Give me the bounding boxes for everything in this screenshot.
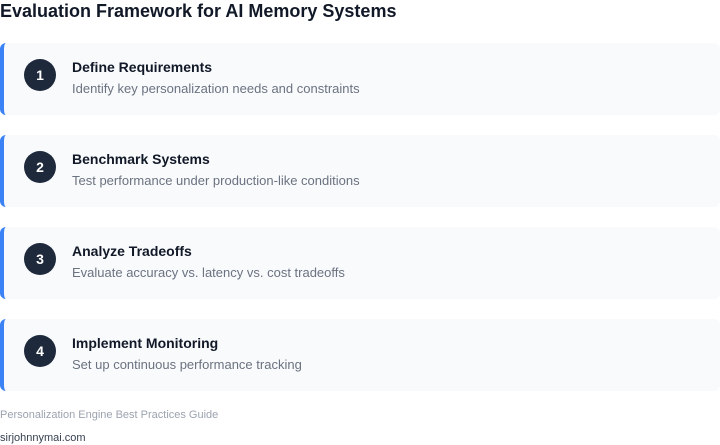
step-card-3: 3 Analyze Tradeoffs Evaluate accuracy vs… — [0, 227, 720, 299]
step-title: Benchmark Systems — [72, 151, 210, 167]
footer-site-link[interactable]: sirjohnnymai.com — [0, 432, 86, 445]
step-description: Test performance under production-like c… — [72, 173, 360, 188]
step-description: Identify key personalization needs and c… — [72, 81, 360, 96]
step-title: Analyze Tradeoffs — [72, 243, 192, 259]
step-title: Define Requirements — [72, 59, 213, 75]
step-number-badge: 3 — [24, 243, 56, 275]
step-number-badge: 2 — [24, 151, 56, 183]
step-description: Evaluate accuracy vs. latency vs. cost t… — [72, 265, 345, 280]
step-number-badge: 1 — [24, 59, 56, 91]
step-card-2: 2 Benchmark Systems Test performance und… — [0, 135, 720, 207]
step-card-1: 1 Define Requirements Identify key perso… — [0, 43, 720, 115]
step-card-4: 4 Implement Monitoring Set up continuous… — [0, 319, 720, 391]
step-description: Set up continuous performance tracking — [72, 357, 302, 372]
step-number-badge: 4 — [24, 335, 56, 367]
footer-caption: Personalization Engine Best Practices Gu… — [0, 409, 219, 421]
step-list: 1 Define Requirements Identify key perso… — [0, 43, 720, 411]
step-title: Implement Monitoring — [72, 335, 219, 351]
page-title: Evaluation Framework for AI Memory Syste… — [0, 1, 397, 21]
